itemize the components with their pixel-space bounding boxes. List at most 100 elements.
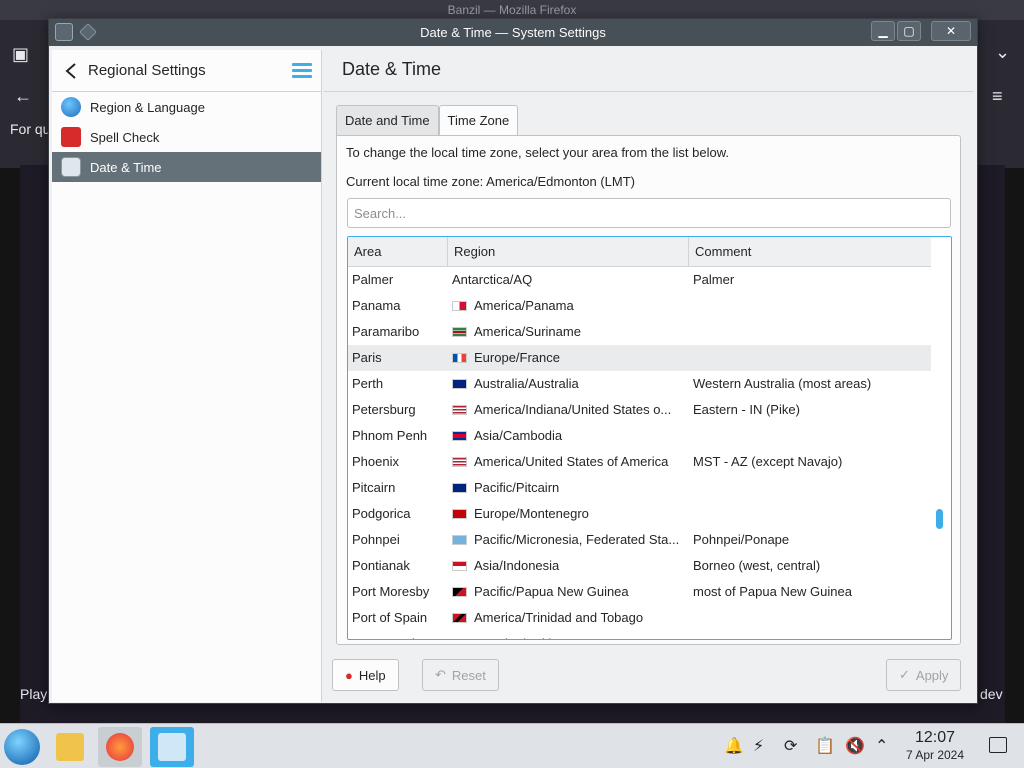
sidebar-item-date-time[interactable]: Date & Time — [52, 152, 321, 182]
table-row[interactable]: Pitcairn Pacific/Pitcairn — [348, 475, 931, 501]
apply-button[interactable]: ✓ Apply — [886, 659, 962, 691]
hamburger-menu-icon[interactable] — [292, 63, 312, 79]
cell-area: Paramaribo — [352, 324, 420, 339]
table-row[interactable]: Pontianak Asia/Indonesia Borneo (west, cen… — [348, 553, 931, 579]
firefox-icon — [106, 733, 134, 761]
table-row[interactable]: Panama America/Panama — [348, 293, 931, 319]
updates-icon[interactable]: ⟳ — [784, 736, 797, 756]
system-settings-window: Date & Time — System Settings ▁ ▢ ✕ Regi… — [48, 18, 978, 704]
table-row[interactable]: Podgorica Europe/Montenegro — [348, 501, 931, 527]
cell-region: Antarctica/AQ — [452, 267, 532, 293]
cell-comment: Palmer — [693, 272, 735, 287]
sidebar-item-label: Spell Check — [90, 129, 160, 145]
table-row[interactable]: Port-au-Prince America/Haiti — [348, 631, 931, 639]
cell-comment: most of Papua New Guinea — [693, 584, 852, 599]
region-text: Asia/Indonesia — [474, 558, 560, 573]
flag-icon — [452, 509, 467, 519]
cell-area: Podgorica — [352, 506, 411, 521]
tab-bar: Date and Time Time Zone — [336, 105, 519, 136]
flag-icon — [452, 483, 467, 493]
back-arrow-icon[interactable]: ← — [14, 86, 32, 107]
instruction-text: To change the local time zone, select yo… — [346, 145, 729, 160]
taskbar-system-settings[interactable] — [150, 727, 194, 767]
minimize-button[interactable]: ▁ — [871, 21, 895, 41]
region-text: Asia/Cambodia — [474, 428, 563, 443]
cell-region: America/Indiana/United States o... — [452, 397, 671, 423]
main-header: Date & Time — [324, 50, 974, 92]
help-button[interactable]: ● Help — [332, 659, 399, 691]
region-text: Europe/France — [474, 350, 560, 365]
tab-time-zone[interactable]: Time Zone — [438, 105, 519, 136]
reset-button[interactable]: ↶ Reset — [422, 659, 499, 691]
notifications-icon[interactable]: 🔔 — [724, 736, 744, 756]
table-row[interactable]: Paris Europe/France — [348, 345, 931, 371]
taskbar-firefox[interactable] — [98, 727, 142, 767]
maximize-button[interactable]: ▢ — [897, 21, 921, 41]
start-menu-icon[interactable] — [4, 729, 40, 765]
network-icon[interactable]: ⚡ — [753, 736, 764, 756]
table-row[interactable]: Port Moresby Pacific/Papua New Guinea most… — [348, 579, 931, 605]
cell-area: Pontianak — [352, 558, 410, 573]
volume-muted-icon[interactable]: 🔇 — [845, 736, 865, 756]
cell-area: Pohnpei — [352, 532, 400, 547]
sidebar-item-label: Date & Time — [90, 159, 162, 175]
table-row[interactable]: Palmer Antarctica/AQ Palmer — [348, 267, 931, 293]
reset-icon: ↶ — [435, 667, 446, 682]
flag-icon — [452, 561, 467, 571]
table-row[interactable]: Petersburg America/Indiana/United States … — [348, 397, 931, 423]
cell-area: Palmer — [352, 272, 394, 287]
close-button[interactable]: ✕ — [931, 21, 971, 41]
column-header-area[interactable]: Area — [348, 237, 448, 267]
page-title: Date & Time — [342, 59, 442, 79]
cell-region: Pacific/Micronesia, Federated Sta... — [452, 527, 679, 553]
taskbar: 🔔 ⚡ ⟳ 📋 🔇 ⌃ 12:07 7 Apr 2024 — [0, 723, 1024, 768]
menu-icon[interactable]: ≡ — [992, 86, 1003, 107]
clock[interactable]: 12:07 7 Apr 2024 — [900, 729, 970, 763]
region-text: Australia/Australia — [474, 376, 579, 391]
cell-comment: Eastern - IN (Pike) — [693, 402, 800, 417]
show-desktop-icon[interactable] — [989, 737, 1007, 753]
flag-icon — [452, 301, 467, 311]
flag-icon — [452, 587, 467, 597]
timezone-table[interactable]: Area Region Comment Palmer Antarctica/AQ P… — [347, 236, 952, 640]
title-bar[interactable]: Date & Time — System Settings ▁ ▢ ✕ — [49, 19, 977, 46]
cell-area: Phoenix — [352, 454, 399, 469]
region-text: America/Panama — [474, 298, 574, 313]
table-row[interactable]: Pohnpei Pacific/Micronesia, Federated Sta… — [348, 527, 931, 553]
cell-region: Asia/Cambodia — [452, 423, 562, 449]
sidebar-item-spell-check[interactable]: Spell Check — [52, 122, 321, 152]
table-row[interactable]: Phoenix America/United States of America M… — [348, 449, 931, 475]
cell-comment: Pohnpei/Ponape — [693, 532, 790, 547]
apply-label: Apply — [915, 667, 949, 683]
table-row[interactable]: Phnom Penh Asia/Cambodia — [348, 423, 931, 449]
flag-icon — [452, 457, 467, 467]
column-header-region[interactable]: Region — [448, 237, 689, 267]
tray-expand-icon[interactable]: ⌃ — [875, 736, 888, 756]
sidebar-title: Regional Settings — [88, 62, 206, 79]
flag-icon — [452, 379, 467, 389]
background-text-bottom: Play — [20, 686, 48, 702]
sidebar-item-region-language[interactable]: Region & Language — [52, 92, 321, 122]
cell-area: Port-au-Prince — [352, 631, 436, 639]
region-text: Pacific/Pitcairn — [474, 480, 560, 495]
search-input[interactable] — [347, 198, 951, 228]
scrollbar-thumb[interactable] — [936, 509, 943, 529]
chevron-down-icon[interactable]: ⌄ — [995, 42, 1010, 63]
window-body: Regional Settings Region & Language Spel… — [49, 46, 977, 703]
cell-region: America/Suriname — [452, 319, 581, 345]
table-row[interactable]: Perth Australia/Australia Western Australi… — [348, 371, 931, 397]
sidebar-header: Regional Settings — [52, 50, 321, 92]
table-row[interactable]: Paramaribo America/Suriname — [348, 319, 931, 345]
region-text: Antarctica/AQ — [452, 272, 533, 287]
column-header-comment[interactable]: Comment — [689, 237, 931, 267]
back-icon[interactable] — [64, 62, 78, 80]
cell-area: Phnom Penh — [352, 428, 428, 443]
sidebar: Regional Settings Region & Language Spel… — [52, 50, 322, 702]
taskbar-files[interactable] — [48, 727, 92, 767]
tab-date-and-time[interactable]: Date and Time — [336, 105, 439, 135]
tab-list-icon[interactable]: ▣ — [12, 44, 29, 65]
cell-area: Perth — [352, 376, 384, 391]
clipboard-icon[interactable]: 📋 — [815, 736, 835, 756]
scrollbar[interactable] — [933, 267, 947, 635]
table-row[interactable]: Port of Spain America/Trinidad and Tobago — [348, 605, 931, 631]
